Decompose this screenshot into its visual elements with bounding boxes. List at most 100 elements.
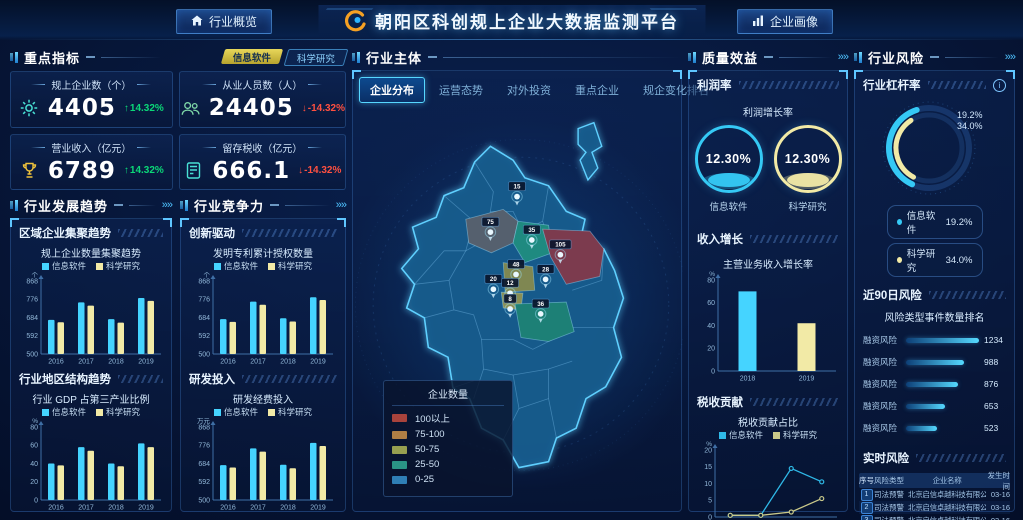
risk-rank-track <box>906 360 979 365</box>
row-index-badge: 2 <box>861 502 873 514</box>
kpi-value-row: 4405↑14.32% <box>19 95 164 121</box>
gauge-label: 科学研究 <box>788 199 826 213</box>
table-row[interactable]: 1司法预警北京启信卓越科技有限公司03-16 <box>859 488 1010 501</box>
trend-subpanel-2: 行业地区结构趋势行业 GDP 占第三产业比例信息软件科学研究%020406080… <box>11 365 171 511</box>
time-cell: 03-16 <box>986 516 1010 520</box>
svg-text:684: 684 <box>198 461 210 468</box>
profit-sub-title: 利润率 <box>697 77 732 93</box>
info-icon[interactable]: i <box>993 79 1006 92</box>
legend-swatch <box>719 432 726 439</box>
compete-subpanel-1: 创新驱动发明专利累计授权数量信息软件科学研究个50059268477686820… <box>181 219 345 365</box>
risk-type-cell: 司法预警 <box>874 515 908 520</box>
legend-item: 科学研究 <box>96 406 140 418</box>
platform-logo-icon <box>344 10 366 32</box>
svg-text:2019: 2019 <box>138 359 154 366</box>
filter-tag-2[interactable]: 科学研究 <box>284 49 349 66</box>
svg-text:2017: 2017 <box>250 505 266 512</box>
trend-section-title: 行业发展趋势 <box>24 196 108 215</box>
quality-expand-chevrons[interactable]: »» <box>838 51 848 63</box>
map-legend-swatch <box>392 461 407 469</box>
svg-text:2016: 2016 <box>220 359 236 366</box>
risk-rank-bar <box>906 338 979 343</box>
risk-type-ranking: 融资风险1234融资风险988融资风险876融资风险653融资风险523 <box>855 334 1014 434</box>
svg-text:20: 20 <box>707 346 715 353</box>
realtime-risk-table: 序号风险类型企业名称发生时间1司法预警北京启信卓越科技有限公司03-162司法预… <box>859 473 1010 520</box>
hatch-decor <box>118 229 163 237</box>
svg-text:40: 40 <box>30 461 38 468</box>
kpi-value-row: 24405↓-14.32% <box>180 95 345 121</box>
tab-1[interactable]: 企业分布 <box>359 77 425 103</box>
legend-swatch <box>214 263 221 270</box>
nav-enterprise-profile[interactable]: 企业画像 <box>737 9 833 34</box>
svg-text:684: 684 <box>198 315 210 322</box>
filter-tag-1[interactable]: 信息软件 <box>221 49 283 64</box>
leverage-subpanel-header: 行业杠杆率 i <box>855 71 1014 96</box>
compete-expand-chevrons[interactable]: »» <box>336 199 346 211</box>
svg-text:8: 8 <box>508 296 512 303</box>
table-row[interactable]: 2司法预警北京启信卓越科技有限公司03-16 <box>859 501 1010 514</box>
tab-2[interactable]: 运营态势 <box>429 78 493 102</box>
chart-area: 个5005926847768682016201720182019 <box>181 272 345 371</box>
leverage-legend-item: 信息软件19.2% <box>887 205 983 239</box>
tax-line-chart-svg: %051015202016201720182019 <box>693 441 843 520</box>
industry-tags: 信息软件科学研究 <box>218 49 346 66</box>
tab-3[interactable]: 对外投资 <box>497 78 561 102</box>
map-legend-item: 100以上 <box>392 411 504 425</box>
svg-text:20: 20 <box>704 447 712 454</box>
kpi-value: 666.1 <box>212 158 290 184</box>
map-legend: 企业数量 100以上75-10050-7525-500-25 <box>383 380 513 497</box>
quality-panel: 利润率 利润增长率 12.30%信息软件12.30%科学研究 收入增长 主营业务… <box>688 70 848 512</box>
legend-swatch <box>214 409 221 416</box>
chart-title: 发明专利累计授权数量 <box>181 245 345 260</box>
tax-chart-title: 税收贡献占比 <box>689 414 847 429</box>
chart-title: 行业 GDP 占第三产业比例 <box>11 391 171 406</box>
svg-text:20: 20 <box>30 479 38 486</box>
risk-rank-track <box>906 338 979 343</box>
liquid-gauge: 12.30% <box>774 125 842 193</box>
section-marker-icon <box>10 200 18 211</box>
svg-text:776: 776 <box>26 297 38 304</box>
risk-rank-bar <box>906 404 945 409</box>
trend-expand-chevrons[interactable]: »» <box>162 199 172 211</box>
risk-expand-chevrons[interactable]: »» <box>1005 51 1015 63</box>
kpi-card: 从业人员数（人）24405↓-14.32% <box>179 71 346 128</box>
subpanel-header: 创新驱动 <box>181 219 345 244</box>
profit-gauge: 12.30% 科学研究 <box>774 125 842 213</box>
filter-tag-label: 信息软件 <box>233 49 271 63</box>
nav-industry-overview[interactable]: 行业概览 <box>176 9 272 34</box>
svg-text:2016: 2016 <box>220 505 236 512</box>
svg-text:0: 0 <box>708 514 712 520</box>
chart-title: 规上企业数量集聚趋势 <box>11 245 171 260</box>
income-subpanel-header: 收入增长 <box>689 225 847 250</box>
risk-rank-value: 988 <box>984 357 1006 367</box>
risk-rank-row: 融资风险1234 <box>863 334 1006 346</box>
svg-text:868: 868 <box>26 278 38 285</box>
risk-rank-value: 523 <box>984 423 1006 433</box>
company-name-cell: 北京启信卓越科技有限公司 <box>908 502 986 513</box>
kpi-value-row: 6789↑14.32% <box>19 158 164 184</box>
hatch-decor <box>242 229 337 237</box>
map-legend-swatch <box>392 414 407 422</box>
svg-text:776: 776 <box>198 297 210 304</box>
svg-text:80: 80 <box>707 277 715 284</box>
map-legend-label: 0-25 <box>415 474 434 485</box>
tax-subpanel-header: 税收贡献 <box>689 388 847 413</box>
map-legend-swatch <box>392 446 407 454</box>
tax-line-chart: %051015202016201720182019 <box>689 441 847 520</box>
kpi-delta: ↓-14.32% <box>298 165 341 176</box>
profit-gauge: 12.30%信息软件 <box>695 125 763 213</box>
table-row[interactable]: 3司法预警北京启信卓越科技有限公司03-16 <box>859 514 1010 520</box>
svg-text:2019: 2019 <box>138 505 154 512</box>
svg-text:0: 0 <box>711 368 715 375</box>
tab-4[interactable]: 重点企业 <box>565 78 629 102</box>
risk-rank-track <box>906 382 979 387</box>
map-legend-swatch <box>392 476 407 484</box>
risk-rank-row: 融资风险988 <box>863 356 1006 368</box>
svg-text:80: 80 <box>30 424 38 431</box>
legend-item: 科学研究 <box>268 406 312 418</box>
time-cell: 03-16 <box>986 490 1010 499</box>
chart-area: 万元5005926847768682016201720182019 <box>181 418 345 517</box>
subpanel-title: 研发投入 <box>189 371 235 387</box>
map-legend-item: 50-75 <box>392 444 504 455</box>
svg-text:0: 0 <box>34 497 38 504</box>
